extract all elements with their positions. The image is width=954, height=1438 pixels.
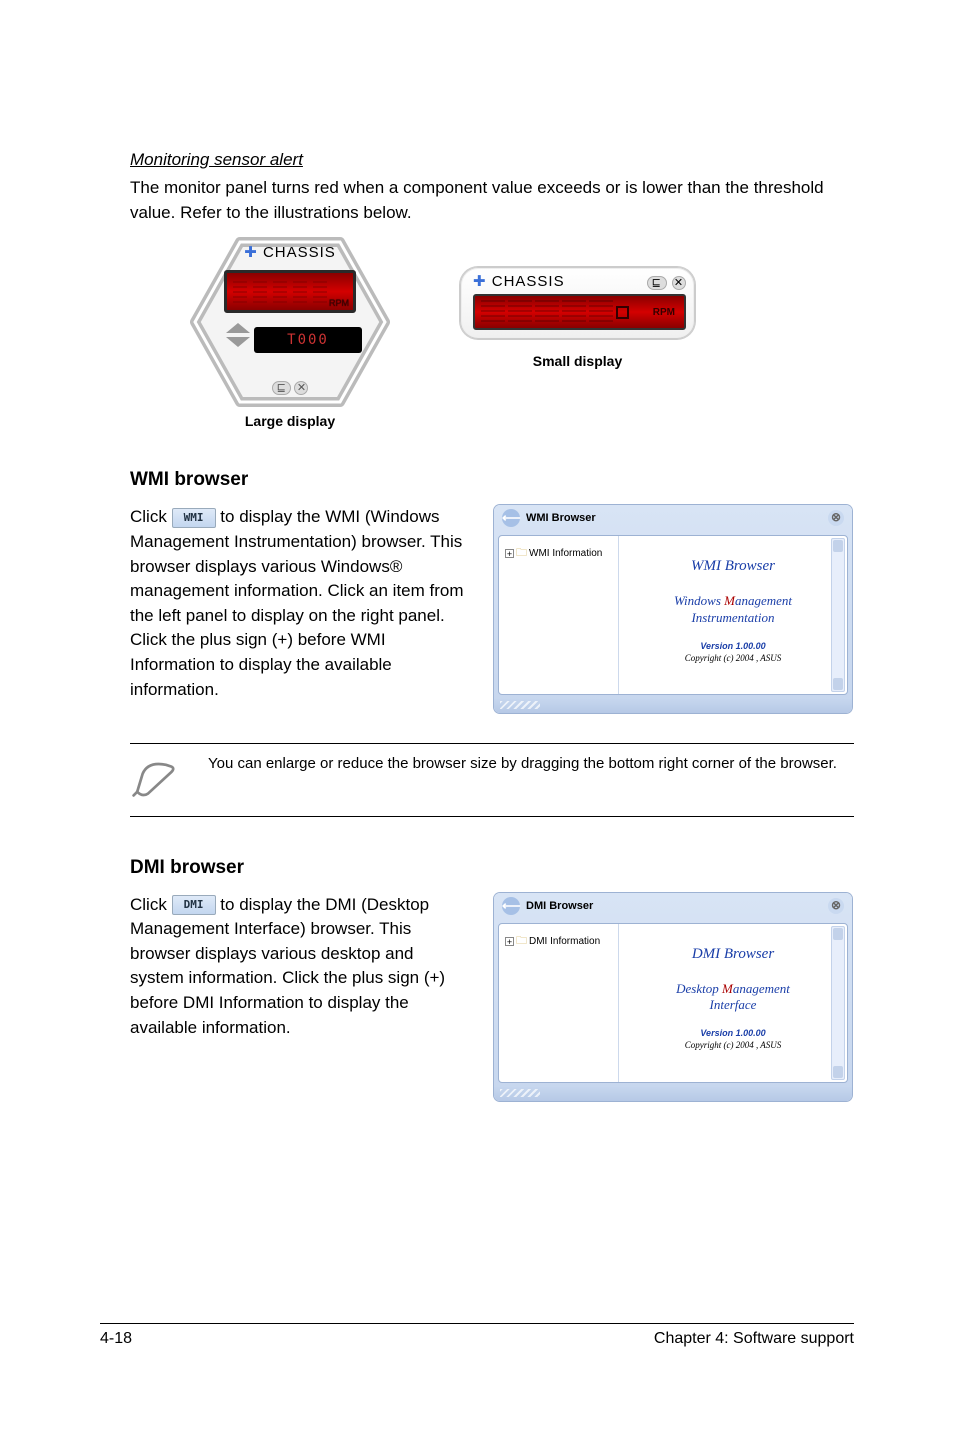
large-readout: T000: [254, 327, 362, 353]
wmi-tree-item[interactable]: + 🗀 WMI Information: [505, 544, 612, 563]
large-rpm-panel: [224, 270, 356, 313]
small-display-caption: Small display: [460, 353, 695, 369]
rpm-label-small: RPM: [650, 306, 678, 319]
note-callout: You can enlarge or reduce the browser si…: [130, 743, 854, 816]
large-display-caption: Large display: [190, 413, 390, 429]
dmi-subtitle: Desktop Management Interface: [625, 981, 841, 1015]
small-sensor-display: ✚ CHASSIS ⊑ ✕ RPM: [460, 267, 695, 339]
dmi-right-title: DMI Browser: [625, 946, 841, 963]
dmi-version: Version 1.00.00: [625, 1028, 841, 1038]
dmi-copyright: Copyright (c) 2004 , ASUS: [625, 1040, 841, 1050]
wmi-button[interactable]: WMI: [172, 508, 216, 528]
monitor-toggle-icon[interactable]: ⊑: [272, 381, 291, 395]
back-icon[interactable]: ⟵: [502, 897, 520, 915]
page-footer: 4-18 Chapter 4: Software support: [100, 1323, 854, 1348]
dmi-description: Click DMI to display the DMI (Desktop Ma…: [130, 893, 464, 1041]
wmi-copyright: Copyright (c) 2004 , ASUS: [625, 653, 841, 663]
small-rpm-panel: RPM: [473, 294, 686, 330]
wmi-browser-window: ⟵ WMI Browser ⊗ + 🗀 WMI Information WMI …: [494, 505, 852, 713]
chassis-icon-small: ✚: [473, 273, 492, 290]
wmi-text-before: Click: [130, 507, 172, 526]
dmi-window-title: DMI Browser: [526, 900, 593, 912]
chapter-title: Chapter 4: Software support: [654, 1330, 854, 1348]
page-number: 4-18: [100, 1330, 132, 1348]
large-sensor-display: ✚ CHASSIS T000 ⊑ ✕: [190, 237, 390, 407]
dmi-heading: DMI browser: [130, 857, 854, 879]
chassis-icon: ✚: [244, 244, 263, 261]
dmi-tree-item[interactable]: + 🗀 DMI Information: [505, 932, 612, 951]
sensor-displays-row: ✚ CHASSIS T000 ⊑ ✕ Large display ✚: [130, 237, 854, 429]
wmi-window-title: WMI Browser: [526, 512, 596, 524]
back-icon[interactable]: ⟵: [502, 509, 520, 527]
dmi-browser-window: ⟵ DMI Browser ⊗ + 🗀 DMI Information DMI …: [494, 893, 852, 1101]
wmi-subtitle: Windows Management Instrumentation: [625, 593, 841, 627]
close-icon[interactable]: ⊗: [828, 898, 844, 914]
chassis-label-large: CHASSIS: [263, 244, 336, 261]
scrollbar[interactable]: [831, 538, 845, 692]
scrollbar[interactable]: [831, 926, 845, 1080]
wmi-text-after: to display the WMI (Windows Management I…: [130, 507, 464, 698]
dmi-button[interactable]: DMI: [172, 895, 216, 915]
close-icon[interactable]: ⊗: [828, 510, 844, 526]
wmi-version: Version 1.00.00: [625, 641, 841, 651]
pencil-icon: [130, 754, 184, 805]
wmi-right-title: WMI Browser: [625, 558, 841, 575]
wmi-description: Click WMI to display the WMI (Windows Ma…: [130, 505, 464, 702]
dmi-tree-label: DMI Information: [529, 936, 600, 947]
dmi-text-after: to display the DMI (Desktop Management I…: [130, 895, 445, 1037]
wmi-heading: WMI browser: [130, 469, 854, 491]
close-icon[interactable]: ✕: [294, 381, 308, 395]
chassis-label-small: CHASSIS: [492, 273, 565, 290]
rpm-square-icon: [616, 306, 629, 319]
note-text: You can enlarge or reduce the browser si…: [208, 754, 837, 774]
wmi-tree-label: WMI Information: [529, 548, 602, 559]
monitor-toggle-icon-small[interactable]: ⊑: [647, 276, 667, 290]
dmi-text-before: Click: [130, 895, 172, 914]
monitoring-alert-heading: Monitoring sensor alert: [130, 150, 854, 170]
close-icon-small[interactable]: ✕: [672, 276, 686, 290]
monitoring-alert-body: The monitor panel turns red when a compo…: [130, 176, 854, 225]
